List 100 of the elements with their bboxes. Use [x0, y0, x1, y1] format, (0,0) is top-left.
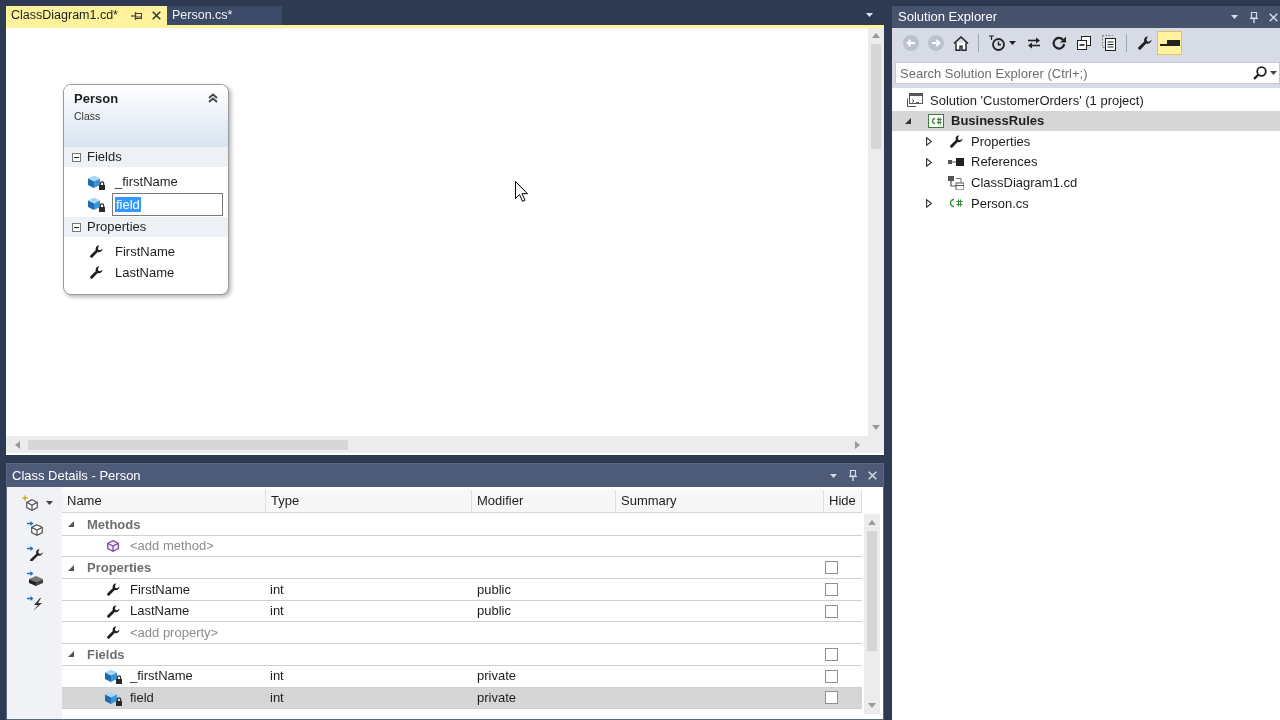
wrench-icon — [107, 582, 120, 596]
solid-triangle-icon[interactable] — [68, 521, 74, 528]
type-cell-text: int — [270, 580, 284, 599]
class-name: Person — [74, 91, 119, 107]
horizontal-scrollbar[interactable] — [6, 436, 868, 453]
outline-triangle-icon[interactable] — [926, 157, 932, 167]
minus-box-icon[interactable] — [72, 152, 81, 162]
solution-icon — [907, 93, 923, 108]
member-name: FirstName — [115, 242, 175, 261]
section-header[interactable]: Fields — [64, 147, 228, 167]
cube-lock-icon — [104, 689, 122, 706]
member-name: FirstName — [130, 580, 190, 599]
caret-icon[interactable] — [46, 501, 53, 505]
arrow-block-icon[interactable] — [27, 570, 43, 586]
wrench-icon — [949, 135, 963, 148]
group-label: Methods — [87, 515, 141, 534]
wrench-icon — [90, 245, 103, 258]
section-header[interactable]: Properties — [64, 217, 228, 237]
modifier-cell-text: public — [477, 580, 511, 599]
type-cell-text: int — [270, 667, 284, 686]
dotted-page-icon — [1101, 35, 1116, 51]
search-icon[interactable] — [1253, 66, 1267, 80]
refresh-icon — [1051, 36, 1066, 50]
arrow-wrench-icon[interactable] — [27, 545, 43, 561]
preview-button[interactable] — [1157, 31, 1182, 55]
pin-icon[interactable] — [1250, 11, 1258, 23]
caret-icon[interactable] — [830, 473, 837, 478]
hide-checkbox[interactable] — [825, 691, 838, 705]
caret-icon[interactable] — [866, 13, 873, 17]
dash-bar-icon — [1159, 39, 1180, 47]
class-type-label: Class — [74, 109, 102, 123]
hide-checkbox[interactable] — [825, 647, 838, 661]
add-member-placeholder[interactable]: <add property> — [130, 623, 219, 643]
column-header[interactable]: Type — [266, 490, 472, 512]
panel-title: Solution Explorer — [898, 8, 997, 27]
cube-lock-icon — [104, 668, 122, 685]
modifier-cell-text: public — [477, 602, 511, 621]
hide-checkbox[interactable] — [825, 669, 838, 683]
modifier-cell-text: private — [477, 667, 517, 686]
cube-sparkle-icon[interactable] — [22, 495, 38, 511]
column-header[interactable]: Summary — [616, 490, 824, 512]
section-label: Fields — [87, 148, 122, 167]
clock-icon — [989, 35, 1005, 51]
wrench-icon — [107, 604, 120, 618]
column-header[interactable]: Modifier — [472, 490, 616, 512]
document-tab[interactable]: ClassDiagram1.cd* — [6, 6, 167, 25]
two-arrows-icon — [1026, 37, 1041, 49]
hide-checkbox[interactable] — [825, 604, 838, 618]
document-tab[interactable]: Person.cs* — [167, 6, 283, 25]
vertical-scrollbar[interactable] — [864, 514, 880, 714]
column-header[interactable]: Hide — [824, 490, 862, 512]
group-label: Fields — [87, 645, 125, 664]
wrench-icon — [1137, 36, 1152, 50]
stacked-windows-icon — [1076, 36, 1091, 50]
double-chevron-up-icon[interactable] — [208, 93, 218, 103]
close-icon[interactable] — [152, 11, 161, 20]
house-icon — [952, 35, 969, 51]
linked-squares-icon — [948, 157, 964, 168]
member-name: LastName — [130, 602, 190, 621]
hide-checkbox[interactable] — [825, 582, 838, 596]
modifier-cell-text: private — [477, 689, 517, 708]
outline-triangle-icon[interactable] — [926, 137, 932, 146]
arrow-lightning-icon[interactable] — [27, 595, 43, 611]
wrench-icon — [90, 266, 103, 279]
member-name: _firstName — [130, 667, 193, 686]
solid-triangle-icon[interactable] — [905, 117, 911, 124]
code-project-icon — [928, 113, 944, 128]
pin-icon[interactable] — [131, 11, 142, 20]
cube-lock-icon — [87, 196, 105, 212]
outline-triangle-icon[interactable] — [926, 198, 932, 208]
section-label: Properties — [87, 218, 147, 237]
type-cell-text: int — [270, 689, 284, 708]
solid-triangle-icon[interactable] — [68, 651, 74, 658]
pin-icon[interactable] — [849, 470, 857, 481]
circle-arrow-left-icon — [902, 35, 919, 51]
group-label: Properties — [87, 558, 152, 577]
diagram-icon — [948, 175, 964, 190]
cube-lock-icon — [87, 173, 105, 190]
member-name: field — [130, 689, 154, 708]
tree-item[interactable]: BusinessRules — [892, 110, 1280, 132]
caret-icon[interactable] — [1231, 15, 1238, 19]
panel-title: Class Details - Person — [12, 466, 141, 485]
vertical-scrollbar[interactable] — [868, 28, 884, 436]
minus-box-icon[interactable] — [72, 222, 81, 232]
member-row[interactable]: field int private — [62, 687, 862, 710]
type-cell-text: int — [270, 602, 284, 621]
wrench-icon — [107, 626, 120, 640]
class-shape[interactable]: Person Class Fields _firstName field Properties FirstName LastName — [63, 84, 229, 295]
add-member-placeholder[interactable]: <add method> — [130, 536, 214, 556]
column-header[interactable]: Name — [62, 490, 266, 512]
circle-arrow-right-icon — [927, 35, 944, 51]
arrow-cube-icon[interactable] — [27, 520, 43, 536]
hide-checkbox[interactable] — [825, 561, 838, 575]
caret-icon[interactable] — [1009, 41, 1016, 45]
mouse-pointer-icon — [515, 181, 528, 202]
search-field[interactable]: Search Solution Explorer (Ctrl+;) — [895, 62, 1280, 84]
member-name: _firstName — [115, 172, 178, 191]
solid-triangle-icon[interactable] — [68, 564, 74, 571]
caret-icon[interactable] — [1270, 71, 1277, 75]
cube-outline-icon — [107, 540, 119, 553]
